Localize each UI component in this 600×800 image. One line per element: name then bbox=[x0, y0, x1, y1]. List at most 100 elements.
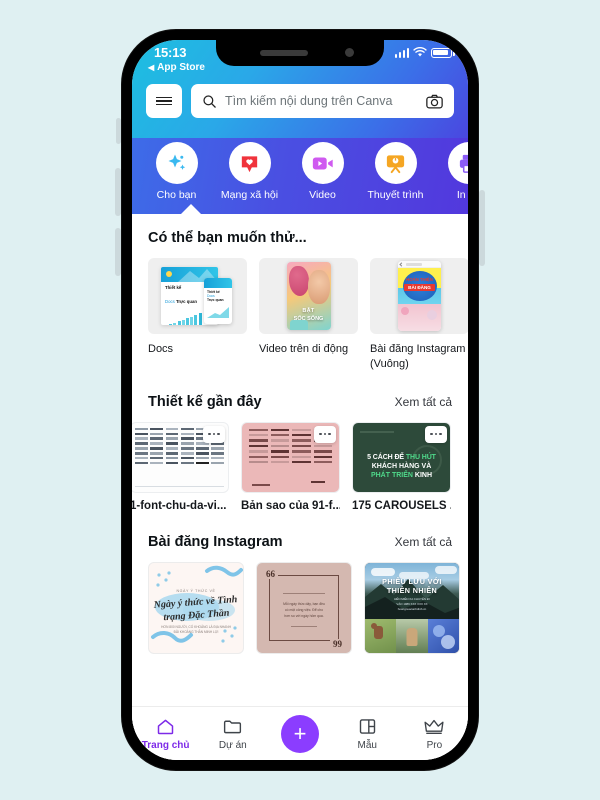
nav-label: Pro bbox=[426, 740, 443, 751]
earpiece-speaker bbox=[260, 50, 308, 56]
heart-pin-icon bbox=[228, 142, 271, 184]
nav-label: Mẫu bbox=[357, 740, 377, 751]
home-icon bbox=[157, 719, 174, 735]
battery-icon bbox=[431, 47, 455, 58]
category-label: Mạng xã hội bbox=[220, 189, 279, 201]
app-header: 15:13 ◀ App Store Tìm kiếm nội dung trên… bbox=[132, 40, 468, 138]
recent-label: 1-font-chu-da-vi... bbox=[132, 499, 227, 512]
folder-icon bbox=[224, 720, 242, 734]
recent-list[interactable]: 1-font-chu-da-vi... Bản sao của 91-f... … bbox=[132, 421, 452, 512]
phone-silent-switch[interactable] bbox=[116, 118, 121, 144]
template-icon bbox=[359, 719, 375, 734]
section-title: Có thể bạn muốn thử... bbox=[148, 230, 307, 246]
category-item-video[interactable]: Video bbox=[286, 142, 359, 201]
category-label: Thuyết trình bbox=[367, 189, 424, 201]
carousel-text-highlight: THU HÚT bbox=[405, 453, 436, 461]
search-placeholder-text: Tìm kiếm nội dung trên Canva bbox=[225, 94, 393, 108]
nav-item-create[interactable]: + bbox=[266, 714, 333, 753]
phone-frame: 15:13 ◀ App Store Tìm kiếm nội dung trên… bbox=[122, 30, 478, 770]
post-headline-line2: THIÊN NHIÊN bbox=[386, 585, 438, 595]
status-bar-icons bbox=[394, 47, 455, 58]
more-options-icon[interactable] bbox=[314, 425, 336, 443]
sparkle-icon bbox=[155, 142, 198, 184]
instagram-header: Bài đăng Instagram Xem tất cả bbox=[148, 534, 452, 550]
camera-icon[interactable] bbox=[426, 94, 443, 109]
phone-notch bbox=[216, 40, 384, 66]
post-headline-line1: PHIÊU LƯU VỚI bbox=[382, 576, 442, 586]
printer-icon bbox=[447, 142, 468, 184]
back-arrow-icon: ◀ bbox=[148, 63, 155, 72]
hamburger-menu-icon[interactable] bbox=[146, 84, 182, 118]
bottom-nav[interactable]: Trang chủ Dự án + Mẫu Pro bbox=[132, 706, 468, 760]
crown-icon bbox=[424, 719, 444, 734]
search-input[interactable]: Tìm kiếm nội dung trên Canva bbox=[191, 84, 454, 118]
suggestions-list[interactable]: Thiết kế Docs Trực quan Thiết kế Docs Tr… bbox=[148, 258, 468, 372]
nav-label: Trang chủ bbox=[141, 740, 190, 751]
recent-card-1[interactable]: 1-font-chu-da-vi... bbox=[132, 421, 229, 512]
phone-power-button[interactable] bbox=[479, 190, 485, 266]
category-label: In án bbox=[456, 189, 468, 201]
recent-label: 175 CAROUSELS ... bbox=[352, 499, 451, 512]
create-design-button[interactable]: + bbox=[281, 714, 319, 753]
more-options-icon[interactable] bbox=[203, 425, 225, 443]
recent-card-2[interactable]: Bản sao của 91-f... bbox=[241, 421, 340, 512]
category-item-mang-xa-hoi[interactable]: Mạng xã hội bbox=[213, 142, 286, 201]
category-item-thuyet-trinh[interactable]: Thuyết trình bbox=[359, 142, 432, 201]
section-title: Thiết kế gần đây bbox=[148, 393, 262, 410]
nav-item-projects[interactable]: Dự án bbox=[199, 716, 266, 751]
nav-label: Dự án bbox=[218, 740, 247, 751]
phone-volume-up-button[interactable] bbox=[115, 168, 121, 216]
quote-close-mark: 99 bbox=[330, 638, 345, 649]
carousel-text-4: KINH bbox=[414, 472, 433, 480]
instagram-see-all-link[interactable]: Xem tất cả bbox=[395, 535, 452, 549]
plus-icon: + bbox=[293, 720, 307, 746]
font-grid-thumbnail bbox=[132, 421, 229, 493]
category-item-cho-ban[interactable]: Cho bạn bbox=[140, 142, 213, 201]
instagram-square-thumbnail: HOÀN THIỆN BÀI ĐĂNG bbox=[370, 258, 468, 334]
nav-item-home[interactable]: Trang chủ bbox=[132, 716, 199, 751]
section-suggestions: Có thể bạn muốn thử... Thiết kế Docs Trự… bbox=[132, 214, 468, 372]
suggestions-header: Có thể bạn muốn thử... bbox=[148, 230, 452, 246]
cellular-signal-icon bbox=[394, 48, 409, 58]
recent-card-3[interactable]: 5 CÁCH ĐỂ THU HÚT KHÁCH HÀNG VÀ PHÁT TRI… bbox=[352, 421, 451, 512]
suggestion-card-mobile-video[interactable]: BẬT SỐC SỐNG Video trên di động bbox=[259, 258, 358, 372]
active-category-arrow bbox=[180, 204, 202, 214]
nav-item-templates[interactable]: Mẫu bbox=[334, 716, 401, 751]
section-title: Bài đăng Instagram bbox=[148, 533, 283, 550]
screenshot-stage: 15:13 ◀ App Store Tìm kiếm nội dung trên… bbox=[0, 0, 600, 800]
suggestion-label: Bài đăng Instagram (Vuông) bbox=[370, 343, 466, 370]
instagram-list[interactable]: NGÀY Ý THỨC VỀ Ngày ý thức về Tình trạng… bbox=[148, 561, 460, 654]
nav-item-pro[interactable]: Pro bbox=[401, 716, 468, 751]
status-bar-back-link[interactable]: ◀ App Store bbox=[148, 62, 205, 73]
category-item-in-an[interactable]: In án bbox=[432, 142, 468, 201]
recent-header: Thiết kế gần đây Xem tất cả bbox=[148, 394, 452, 410]
instagram-card-1[interactable]: NGÀY Ý THỨC VỀ Ngày ý thức về Tình trạng… bbox=[148, 561, 244, 654]
nature-adventure-post-thumbnail: PHIÊU LƯU VỚI THIÊN NHIÊN ĐẾN MIỀN XA CH… bbox=[364, 561, 460, 654]
docs-chart-thumbnail: Thiết kế Docs Trực quan Thiết kế Docs Tr… bbox=[148, 258, 247, 334]
recent-see-all-link[interactable]: Xem tất cả bbox=[395, 395, 452, 409]
carousel-text-2: KHÁCH HÀNG VÀ bbox=[371, 462, 432, 470]
status-bar-time: 15:13 bbox=[154, 45, 187, 60]
back-link-label: App Store bbox=[157, 62, 205, 73]
search-row: Tìm kiếm nội dung trên Canva bbox=[146, 84, 454, 118]
suggestion-label: Video trên di động bbox=[259, 343, 349, 355]
wifi-icon bbox=[413, 47, 427, 57]
category-label: Cho bạn bbox=[156, 189, 197, 201]
search-icon bbox=[203, 94, 216, 108]
suggestion-card-docs[interactable]: Thiết kế Docs Trực quan Thiết kế Docs Tr… bbox=[148, 258, 247, 372]
mobile-video-thumbnail: BẬT SỐC SỐNG bbox=[259, 258, 358, 334]
instagram-card-2[interactable]: 66 99 Mỗi ngày thức dậy, bạn đều có một c… bbox=[256, 561, 352, 654]
quote-frame-post-thumbnail: 66 99 Mỗi ngày thức dậy, bạn đều có một c… bbox=[256, 561, 352, 654]
category-list: Cho bạn Mạng xã hội Video Thuyết trình I… bbox=[132, 142, 468, 201]
recent-label: Bản sao của 91-f... bbox=[241, 499, 340, 512]
section-recent: Thiết kế gần đây Xem tất cả 1-font-chu-d… bbox=[132, 372, 468, 512]
content-scroll-area[interactable]: Có thể bạn muốn thử... Thiết kế Docs Trự… bbox=[132, 214, 468, 706]
instagram-card-3[interactable]: PHIÊU LƯU VỚI THIÊN NHIÊN ĐẾN MIỀN XA CH… bbox=[364, 561, 460, 654]
front-camera bbox=[345, 48, 354, 57]
suggestion-card-instagram-square[interactable]: HOÀN THIỆN BÀI ĐĂNG Bài đăng Instagram (… bbox=[370, 258, 468, 372]
more-options-icon[interactable] bbox=[425, 425, 447, 443]
carousel-text-3: PHÁT TRIỂN bbox=[370, 472, 413, 480]
category-strip[interactable]: Cho bạn Mạng xã hội Video Thuyết trình I… bbox=[132, 138, 468, 214]
phone-volume-down-button[interactable] bbox=[115, 228, 121, 276]
blue-script-post-thumbnail: NGÀY Ý THỨC VỀ Ngày ý thức về Tình trạng… bbox=[148, 561, 244, 654]
